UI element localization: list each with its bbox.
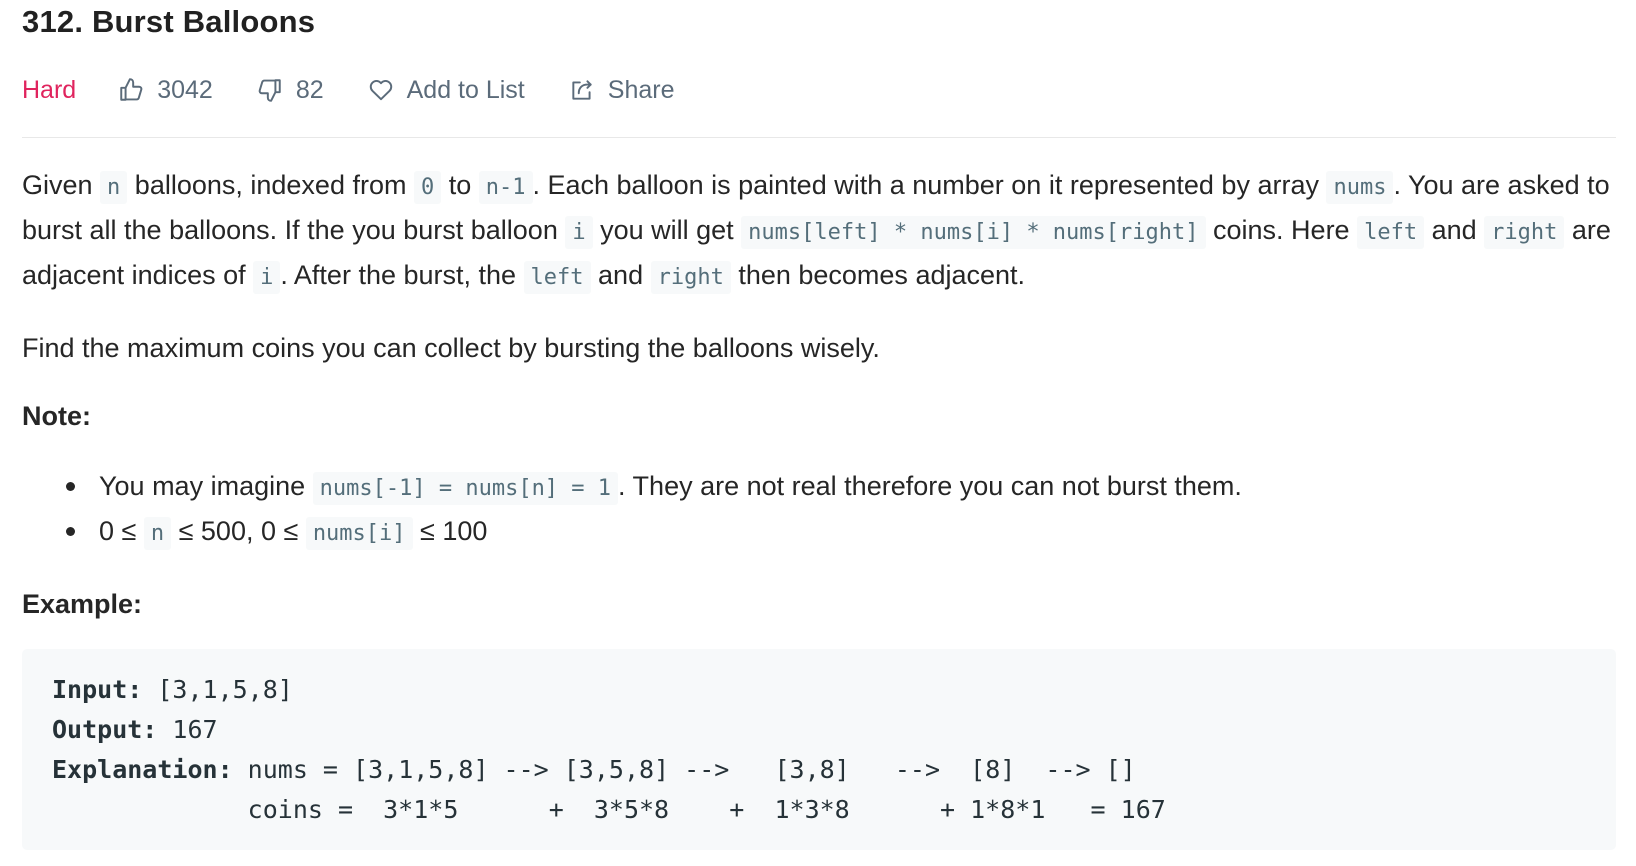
text: and <box>590 260 651 290</box>
share-icon <box>569 77 608 103</box>
explanation-line: nums = [3,1,5,8] --> [3,5,8] --> [3,8] -… <box>232 755 1136 784</box>
explanation-label: Explanation: <box>52 755 233 784</box>
text: coins. Here <box>1205 215 1358 245</box>
text: and <box>1424 215 1485 245</box>
inline-code: 0 <box>413 171 442 204</box>
inline-code: right <box>1484 216 1565 249</box>
add-to-list-label: Add to List <box>406 75 525 104</box>
list-item: 0 ≤ n ≤ 500, 0 ≤ nums[i] ≤ 100 <box>66 510 1620 555</box>
share-label: Share <box>607 75 675 104</box>
thumbs-up-icon <box>118 77 157 103</box>
inline-code: i <box>253 261 281 294</box>
like-button[interactable]: 3042 <box>118 76 213 105</box>
text: then becomes adjacent. <box>730 260 1026 290</box>
heart-icon <box>368 77 407 103</box>
text: you will get <box>592 215 742 245</box>
thumbs-down-icon <box>257 77 296 103</box>
inline-code: nums[-1] = nums[n] = 1 <box>312 472 619 505</box>
inline-code: left <box>523 261 591 294</box>
problem-meta-bar: Hard 3042 82 Add to List Share <box>22 68 718 112</box>
text: ≤ 500, 0 ≤ <box>171 516 306 546</box>
list-item: You may imagine nums[-1] = nums[n] = 1. … <box>66 465 1620 510</box>
difficulty-badge: Hard <box>22 75 77 104</box>
header-divider <box>22 137 1616 138</box>
explanation-line: coins = 3*1*5 + 3*5*8 + 1*3*8 + 1*8*1 = … <box>52 795 1166 824</box>
text: You may imagine <box>99 471 313 501</box>
output-label: Output: <box>52 715 158 744</box>
inline-code: left <box>1357 216 1425 249</box>
note-heading: Note: <box>22 401 91 431</box>
text: . After the burst, the <box>280 260 524 290</box>
description-paragraph: Given n balloons, indexed from 0 to n-1.… <box>22 164 1620 299</box>
problem-description: Given n balloons, indexed from 0 to n-1.… <box>22 164 1620 653</box>
input-value: [3,1,5,8] <box>142 675 293 704</box>
example-code-block: Input: [3,1,5,8] Output: 167 Explanation… <box>22 649 1616 850</box>
inline-code: i <box>565 216 593 249</box>
text: Given <box>22 170 101 200</box>
like-count: 3042 <box>157 75 213 104</box>
output-value: 167 <box>157 715 218 744</box>
dislike-count: 82 <box>295 75 324 104</box>
share-button[interactable]: Share <box>569 75 675 105</box>
dislike-button[interactable]: 82 <box>257 76 324 105</box>
inline-code: n-1 <box>478 171 533 204</box>
inline-code: right <box>650 261 731 294</box>
inline-code: nums <box>1326 171 1394 204</box>
text: balloons, indexed from <box>127 170 414 200</box>
inline-code: nums[left] * nums[i] * nums[right] <box>741 216 1206 249</box>
page-title: 312. Burst Balloons <box>22 4 316 39</box>
inline-code: n <box>143 517 172 550</box>
example-heading: Example: <box>22 589 143 619</box>
add-to-list-button[interactable]: Add to List <box>368 76 525 105</box>
inline-code: n <box>100 171 128 204</box>
text: to <box>441 170 479 200</box>
text: . Each balloon is painted with a number … <box>532 170 1327 200</box>
problem-page: 312. Burst Balloons Hard 3042 82 Add to … <box>0 0 1636 866</box>
example-pre: Input: [3,1,5,8] Output: 167 Explanation… <box>22 649 1616 830</box>
text: . They are not real therefore you can no… <box>618 471 1242 501</box>
text: 0 ≤ <box>99 516 144 546</box>
note-list: You may imagine nums[-1] = nums[n] = 1. … <box>22 465 1620 555</box>
text: ≤ 100 <box>412 516 488 546</box>
goal-paragraph: Find the maximum coins you can collect b… <box>22 333 880 363</box>
input-label: Input: <box>52 675 143 704</box>
inline-code: nums[i] <box>305 517 413 550</box>
